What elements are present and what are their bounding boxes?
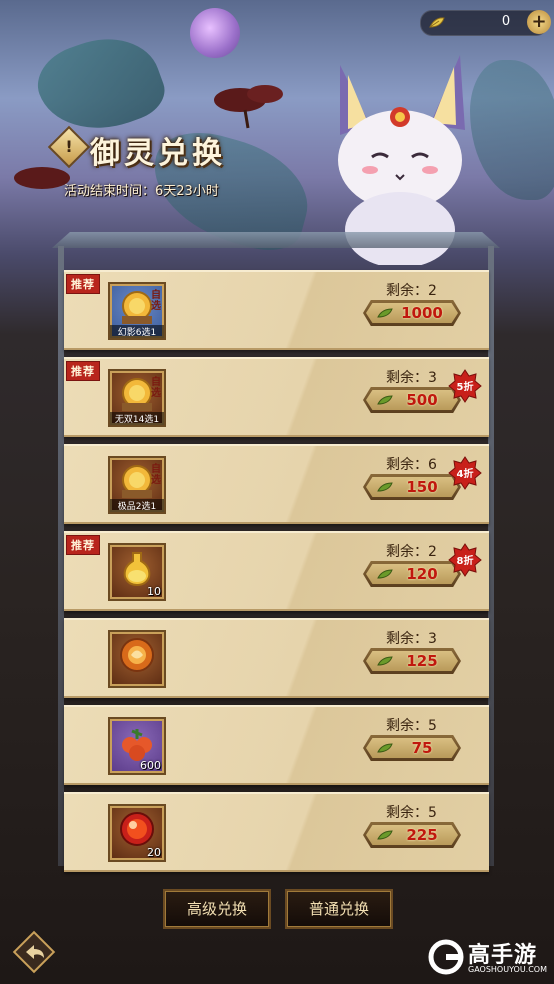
exchange-price-button[interactable]: 120: [363, 561, 461, 587]
discount-label: 8折: [456, 556, 474, 567]
recommend-tag: 推荐: [66, 361, 100, 381]
reward-item[interactable]: 10: [108, 543, 166, 601]
jade-leaf-icon: [377, 395, 393, 405]
watermark: 高手游 GAOSHOUYOU.COM: [428, 937, 548, 977]
reward-item[interactable]: 600: [108, 717, 166, 775]
remaining-count: 剩余：2: [386, 544, 437, 560]
event-end-time: 活动结束时间：6天23小时: [64, 184, 219, 199]
price-value: 1000: [401, 304, 443, 322]
remaining-count: 剩余：3: [386, 370, 437, 386]
tree-silhouette: [214, 85, 283, 129]
exchange-row[interactable]: 推荐自选无双14选1 剩余：3 500 5折: [64, 357, 489, 437]
self-select-label: 自选: [151, 290, 161, 312]
exchange-row[interactable]: 推荐自选幻影6选1 剩余：2 1000: [64, 270, 489, 350]
page-title: 御灵兑换: [90, 136, 226, 171]
back-arrow-icon[interactable]: [12, 930, 56, 974]
discount-badge: 4折: [448, 456, 482, 490]
exchange-row[interactable]: 自选极品2选1 剩余：6 150 4折: [64, 444, 489, 524]
exchange-row[interactable]: 剩余：3 125: [64, 618, 489, 698]
discount-badge: 5折: [448, 369, 482, 403]
watermark-domain: GAOSHOUYOU.COM: [468, 965, 548, 974]
price-value: 150: [406, 478, 438, 496]
item-caption: 无双14选1: [110, 412, 164, 425]
remaining-count: 剩余：5: [386, 718, 437, 734]
normal-exchange-button[interactable]: 普通兑换: [285, 889, 393, 929]
price-value: 120: [406, 565, 438, 583]
discount-label: 4折: [456, 469, 474, 480]
jade-leaf-icon: [377, 743, 393, 753]
recommend-tag: 推荐: [66, 274, 100, 294]
self-select-label: 自选: [151, 464, 161, 486]
exchange-price-button[interactable]: 225: [363, 822, 461, 848]
exchange-row[interactable]: 600 剩余：5 75: [64, 705, 489, 785]
potion-bottle-icon: [123, 552, 151, 587]
reward-item[interactable]: 自选极品2选1: [108, 456, 166, 514]
discount-label: 5折: [456, 382, 474, 393]
reward-item[interactable]: [108, 630, 166, 688]
price-value: 75: [411, 739, 433, 757]
jade-leaf-icon: [429, 17, 445, 28]
add-currency-button[interactable]: +: [527, 10, 551, 34]
fruit-cluster-icon: [122, 729, 152, 761]
exchange-price-button[interactable]: 500: [363, 387, 461, 413]
advanced-exchange-button[interactable]: 高级兑换: [163, 889, 271, 929]
item-caption: 幻影6选1: [110, 325, 164, 338]
price-value: 225: [406, 826, 438, 844]
item-quantity: 600: [140, 759, 161, 772]
jade-leaf-icon: [377, 656, 393, 666]
jade-leaf-icon: [377, 830, 393, 840]
price-value: 500: [406, 391, 438, 409]
recommend-tag: 推荐: [66, 535, 100, 555]
jade-leaf-icon: [377, 482, 393, 492]
jade-leaf-icon: [377, 308, 393, 318]
currency-bar: 0 +: [420, 10, 551, 36]
item-quantity: 20: [147, 846, 161, 859]
price-value: 125: [406, 652, 438, 670]
discount-badge: 8折: [448, 543, 482, 577]
exchange-row[interactable]: 20 剩余：5 225: [64, 792, 489, 872]
remaining-count: 剩余：2: [386, 283, 437, 299]
frame-roof: [52, 232, 500, 248]
exchange-row[interactable]: 推荐 10 剩余：2 120 8折: [64, 531, 489, 611]
remaining-count: 剩余：5: [386, 805, 437, 821]
jade-leaf-icon: [377, 569, 393, 579]
exchange-price-button[interactable]: 1000: [363, 300, 461, 326]
brand-logo-icon: [428, 939, 464, 975]
item-caption: 极品2选1: [110, 499, 164, 512]
reward-item[interactable]: 自选无双14选1: [108, 369, 166, 427]
exchange-price-button[interactable]: 125: [363, 648, 461, 674]
remaining-count: 剩余：6: [386, 457, 437, 473]
planet-decoration: [190, 8, 240, 58]
remaining-count: 剩余：3: [386, 631, 437, 647]
exchange-price-button[interactable]: 75: [363, 735, 461, 761]
exchange-price-button[interactable]: 150: [363, 474, 461, 500]
reward-item[interactable]: 自选幻影6选1: [108, 282, 166, 340]
self-select-label: 自选: [151, 377, 161, 399]
fire-orb-icon: [120, 638, 154, 672]
item-quantity: 10: [147, 585, 161, 598]
red-orb-icon: [120, 812, 154, 846]
reward-item[interactable]: 20: [108, 804, 166, 862]
